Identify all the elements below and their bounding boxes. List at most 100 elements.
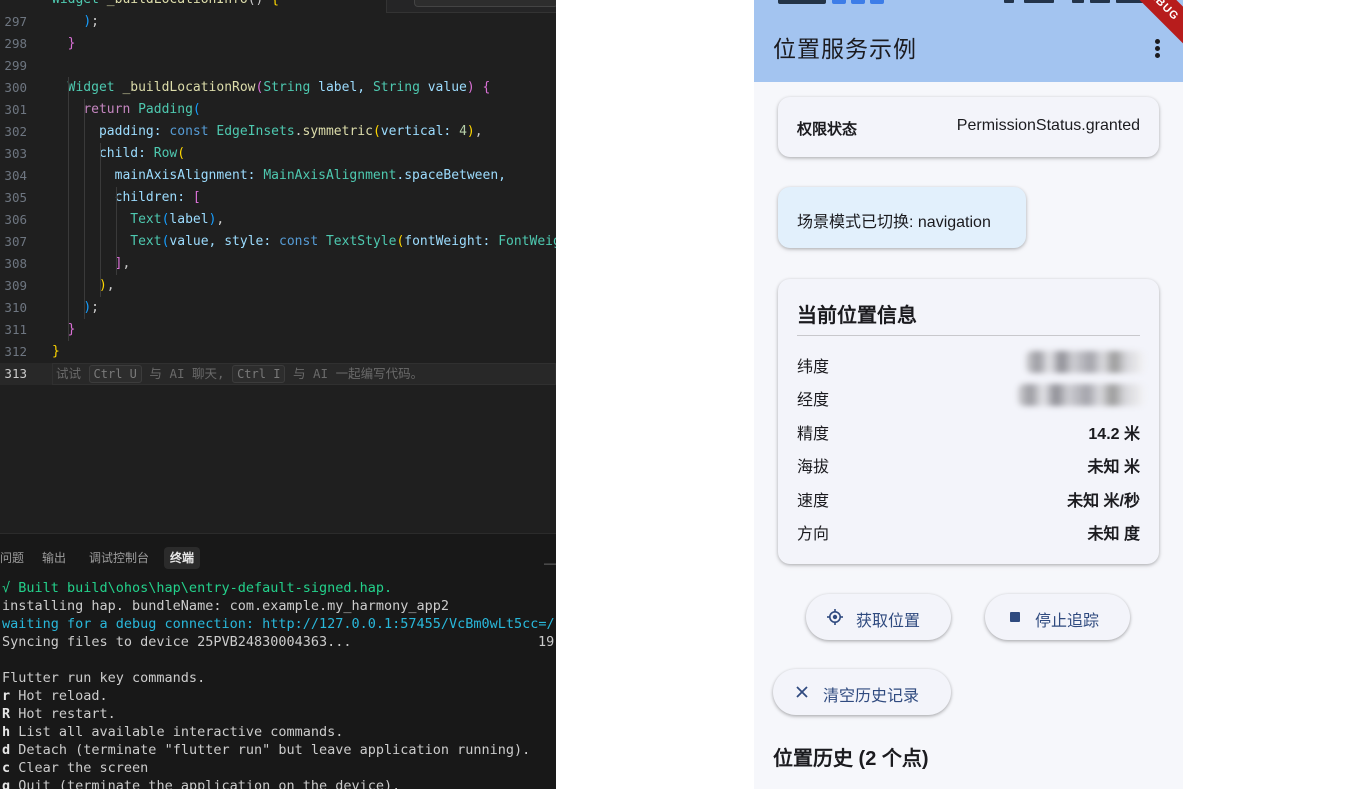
terminal-line: Syncing files to device 25PVB24830004363…: [2, 633, 556, 651]
code-line[interactable]: 299: [0, 55, 556, 77]
line-number: 302: [4, 124, 27, 139]
hint-text: 与 AI 一起编写代码。: [285, 366, 424, 381]
clear-history-button[interactable]: 清空历史记录: [773, 669, 951, 715]
code-token: ;: [91, 14, 99, 29]
clear-history-label: 清空历史记录: [823, 688, 920, 705]
terminal-text: Syncing files to device 25PVB24830004363…: [2, 634, 352, 650]
location-row-value: 未知 米: [1087, 459, 1140, 477]
more-vert-icon[interactable]: [1155, 39, 1161, 59]
tab-problems[interactable]: 问题: [0, 547, 30, 569]
code-token: String: [263, 80, 319, 95]
code-line[interactable]: 300 Widget _buildLocationRow(String labe…: [0, 77, 556, 99]
find-widget[interactable]: [414, 0, 556, 7]
code-token: child:: [98, 146, 154, 161]
code-line[interactable]: 297 );: [0, 11, 556, 33]
stop-icon: [1010, 612, 1020, 622]
code-token: FontWeig: [498, 234, 556, 249]
bottom-panel: 问题 输出 调试控制台 终端 — √ Built build\ohos\hap\…: [0, 533, 556, 789]
line-number: 298: [4, 36, 27, 51]
code-token: EdgeInsets: [216, 124, 295, 139]
line-number: 299: [4, 58, 27, 73]
redacted-value: [1026, 351, 1144, 373]
hint-text: 与 AI 聊天,: [141, 366, 233, 381]
code-line[interactable]: 311 }: [0, 319, 556, 341]
code-token: label: [169, 212, 209, 227]
code-token: TextStyle: [325, 234, 397, 249]
code-token: Widget: [52, 0, 107, 7]
terminal-line: r Hot reload.: [2, 687, 556, 705]
code-line[interactable]: 298 }: [0, 33, 556, 55]
indent-guide: [84, 99, 85, 319]
location-row-label: 经度: [797, 392, 830, 410]
terminal-text: List all available interactive commands.: [10, 724, 344, 740]
my-location-icon: [827, 609, 843, 625]
code-token: Text: [130, 212, 162, 227]
terminal-line: c Clear the screen: [2, 759, 556, 777]
indent-guide: [100, 143, 101, 297]
code-text: padding: const EdgeInsets.symmetric(vert…: [52, 121, 483, 143]
shortcut-key: Ctrl I: [232, 365, 286, 383]
code-token: vertical:: [380, 124, 460, 139]
location-row: 方向 未知 度: [797, 518, 1140, 543]
line-number: 307: [4, 234, 27, 249]
scene-mode-card: 场景模式已切换: navigation: [778, 187, 1026, 248]
tab-debug-console[interactable]: 调试控制台: [83, 547, 155, 569]
scene-mode-text: 场景模式已切换: navigation: [797, 214, 991, 231]
code-text: Widget _buildLocationRow(String label, S…: [52, 77, 491, 99]
current-line[interactable]: 313 试试 Ctrl U 与 AI 聊天, Ctrl I 与 AI 一起编写代码…: [0, 363, 556, 385]
indent-guide: [68, 77, 69, 341]
code-token: Text: [130, 234, 162, 249]
terminal-key: r: [2, 688, 11, 704]
code-text: Text(value, style: const TextStyle(fontW…: [52, 231, 556, 253]
location-row-label: 方向: [797, 526, 830, 543]
get-location-button[interactable]: 获取位置: [806, 594, 951, 640]
tab-terminal[interactable]: 终端: [164, 547, 201, 569]
code-token: 4: [459, 124, 467, 139]
terminal-text: installing hap. bundleName: com.example.…: [2, 598, 450, 614]
terminal-text: waiting for a debug connection: http://1…: [2, 616, 555, 632]
terminal-line: √ Built build\ohos\hap\entry-default-sig…: [2, 579, 556, 597]
terminal-key: h: [2, 724, 11, 740]
code-token: style:: [224, 234, 280, 249]
code-token: ): [83, 14, 92, 29]
terminal-line: q Quit (terminate the application on the…: [2, 777, 556, 789]
redacted-value: [1018, 384, 1144, 407]
code-editor[interactable]: Widget _buildLocationInfo() {297 );298 }…: [0, 0, 556, 532]
code-token: {: [482, 80, 491, 95]
code-token: (: [372, 124, 381, 139]
terminal-line: installing hap. bundleName: com.example.…: [2, 597, 556, 615]
stop-tracking-button[interactable]: 停止追踪: [985, 594, 1130, 640]
terminal-key: c: [2, 760, 11, 776]
location-row-label: 精度: [797, 425, 830, 443]
terminal-output[interactable]: √ Built build\ohos\hap\entry-default-sig…: [2, 579, 556, 789]
history-title: 位置历史 (2 个点): [773, 748, 929, 770]
code-text: Widget _buildLocationInfo() {: [52, 0, 279, 11]
code-token: children:: [114, 190, 193, 205]
location-row-value: 未知 度: [1087, 526, 1140, 543]
code-line[interactable]: 312}: [0, 341, 556, 363]
code-token: [: [192, 190, 201, 205]
terminal-key: R: [2, 706, 11, 722]
code-text: return Padding(: [52, 99, 200, 121]
code-text: ],: [52, 253, 131, 275]
network-speed-icon: [1024, 0, 1054, 3]
code-token: .: [294, 124, 303, 139]
notification-icon: [851, 0, 865, 4]
get-location-label: 获取位置: [856, 613, 921, 630]
tab-output[interactable]: 输出: [36, 547, 72, 569]
location-row-label: 速度: [797, 492, 830, 510]
code-token: {: [271, 0, 279, 7]
code-token: ,: [216, 212, 225, 227]
code-token: const: [169, 124, 217, 139]
terminal-line: R Hot restart.: [2, 705, 556, 723]
code-token: return: [83, 102, 139, 117]
code-token: _buildLocationInfo: [107, 0, 248, 7]
code-text: }: [52, 341, 60, 363]
code-token: ): [466, 80, 483, 95]
line-number: 305: [4, 190, 27, 205]
